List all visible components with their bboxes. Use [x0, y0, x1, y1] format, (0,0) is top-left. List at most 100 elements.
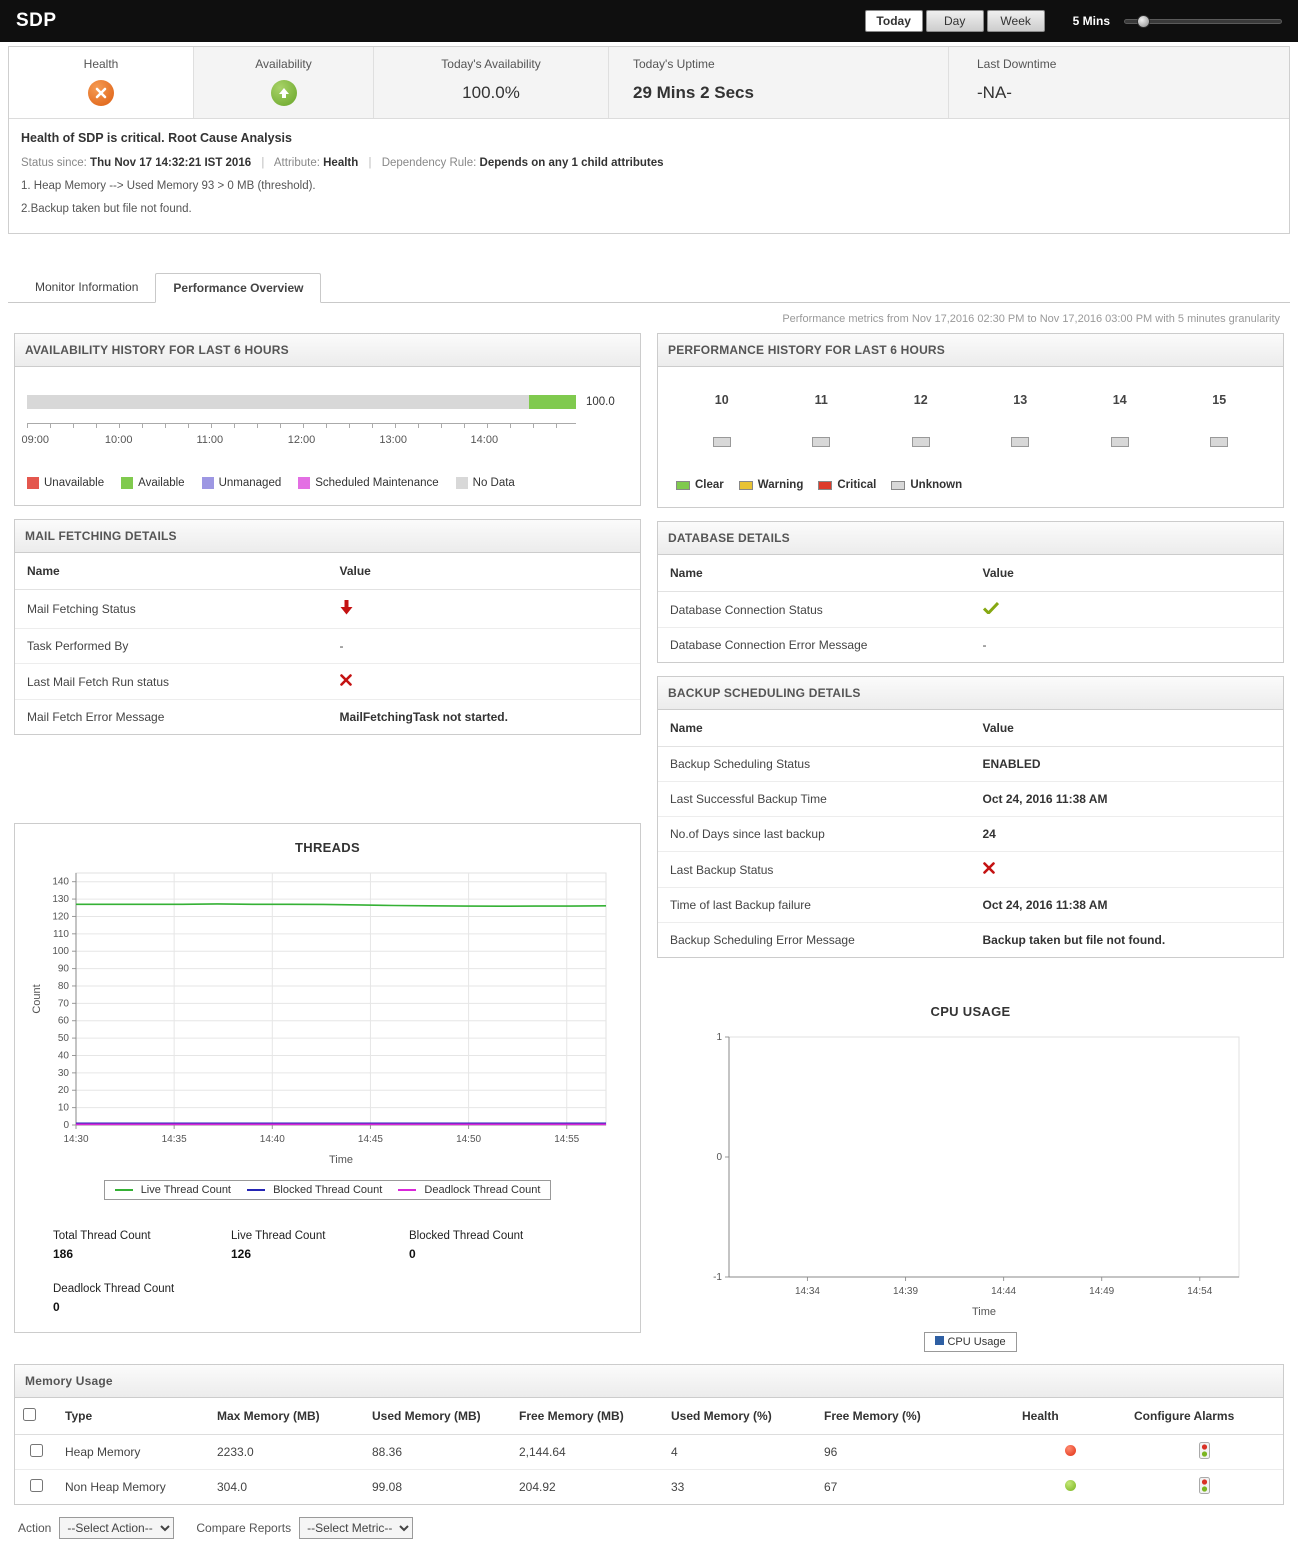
svg-text:14:39: 14:39	[893, 1286, 918, 1297]
table-header-row: Type Max Memory (MB) Used Memory (MB) Fr…	[15, 1398, 1283, 1435]
blocked-thread-count: Blocked Thread Count 0	[409, 1230, 619, 1261]
legend-label: No Data	[472, 477, 515, 489]
svg-text:14:44: 14:44	[991, 1286, 1016, 1297]
backup-scheduling-title: BACKUP SCHEDULING DETAILS	[658, 677, 1283, 710]
available-swatch-icon	[121, 477, 134, 489]
legend-label: Critical	[837, 479, 877, 491]
status-card: Health Availability Today's Availability…	[8, 46, 1290, 234]
thread-counts-row-1: Total Thread Count 186 Live Thread Count…	[53, 1230, 640, 1261]
metrics-range-note: Performance metrics from Nov 17,2016 02:…	[782, 313, 1280, 325]
availability-tab[interactable]: Availability	[194, 47, 374, 118]
todays-availability-value: 100.0%	[462, 83, 520, 102]
table-row: Backup Scheduling Error Message Backup t…	[658, 923, 1283, 958]
configure-alarms-button[interactable]	[1199, 1477, 1210, 1497]
dependency-rule-label: Dependency Rule:	[381, 157, 477, 169]
hour-cell-15: 15	[1170, 393, 1270, 447]
tab-performance-overview[interactable]: Performance Overview	[155, 273, 322, 303]
svg-text:14:50: 14:50	[456, 1134, 481, 1145]
dependency-rule-value: Depends on any 1 child attributes	[479, 157, 664, 169]
table-header-row: Name Value	[658, 555, 1283, 592]
todays-uptime-cell: Today's Uptime 29 Mins 2 Secs	[609, 47, 949, 118]
hour-status-box-unknown[interactable]	[812, 437, 831, 447]
tab-bar: Monitor Information Performance Overview	[8, 272, 1290, 303]
last-downtime-label: Last Downtime	[977, 57, 1057, 71]
hour-label: 10	[714, 393, 729, 407]
rca-heading: Health of SDP is critical. Root Cause An…	[21, 131, 1277, 145]
svg-text:14:40: 14:40	[259, 1134, 284, 1145]
health-critical-icon	[88, 80, 114, 106]
row-name: Mail Fetching Status	[15, 589, 328, 629]
value-column-header: Value	[970, 710, 1283, 747]
health-tab[interactable]: Health	[9, 47, 194, 118]
availability-bar	[27, 395, 576, 409]
blocked-thread-count-label: Blocked Thread Count	[409, 1230, 524, 1242]
hour-status-box-unknown[interactable]	[712, 437, 731, 447]
rca-reason-2: 2.Backup taken but file not found.	[21, 203, 192, 215]
left-column: AVAILABILITY HISTORY FOR LAST 6 HOURS 10…	[14, 333, 641, 1346]
used-memory-mb-value: 99.08	[372, 1480, 403, 1494]
free-memory-mb-value: 2,144.64	[511, 1434, 663, 1470]
svg-text:14:35: 14:35	[161, 1134, 186, 1145]
database-details-title: DATABASE DETAILS	[658, 522, 1283, 555]
monitor-title: SDP	[16, 10, 57, 31]
hour-cell-10: 10	[672, 393, 772, 447]
last-downtime-value: -NA-	[977, 83, 1012, 102]
granularity-slider[interactable]	[1124, 14, 1282, 28]
top-bar: SDP Today Day Week 5 Mins	[0, 0, 1298, 42]
row-value	[327, 663, 640, 700]
availability-segment-nodata	[27, 395, 530, 409]
configure-alarms-button[interactable]	[1199, 1442, 1210, 1462]
action-select[interactable]: --Select Action--	[59, 1517, 175, 1539]
tab-monitor-information[interactable]: Monitor Information	[18, 273, 155, 303]
root-cause-analysis: Health of SDP is critical. Root Cause An…	[9, 119, 1289, 233]
row-checkbox[interactable]	[29, 1444, 43, 1457]
hour-status-box-unknown[interactable]	[1110, 437, 1129, 447]
hour-status-box-unknown[interactable]	[1210, 437, 1229, 447]
table-row: Task Performed By -	[15, 628, 640, 664]
legend-item-deadlock-thread-count: Deadlock Thread Count	[398, 1184, 540, 1196]
granularity-slider-knob[interactable]	[1137, 14, 1150, 28]
rca-link[interactable]: Root Cause Analysis	[168, 131, 292, 145]
row-name: No.of Days since last backup	[658, 816, 971, 852]
hour-cell-14: 14	[1070, 393, 1170, 447]
svg-text:60: 60	[57, 1016, 69, 1027]
legend-label: Unknown	[910, 479, 963, 491]
threads-chart-title: THREADS	[295, 840, 360, 855]
unmanaged-swatch-icon	[201, 477, 214, 489]
hour-label: 13	[1013, 393, 1028, 407]
period-day-button[interactable]: Day	[925, 10, 984, 32]
svg-text:70: 70	[57, 998, 69, 1009]
table-row: Database Connection Error Message -	[658, 628, 1283, 663]
memory-type: Heap Memory	[57, 1434, 209, 1470]
action-label: Action	[18, 1521, 52, 1535]
hour-status-box-unknown[interactable]	[1011, 437, 1030, 447]
hour-status-box-unknown[interactable]	[911, 437, 930, 447]
table-row: Mail Fetching Status	[15, 589, 640, 629]
critical-swatch-icon	[818, 480, 833, 490]
period-today-button[interactable]: Today	[864, 10, 923, 32]
table-header-row: Name Value	[658, 710, 1283, 747]
svg-text:14:54: 14:54	[1187, 1286, 1212, 1297]
attribute-value: Health	[323, 157, 359, 169]
row-checkbox[interactable]	[29, 1479, 43, 1492]
svg-text:Count: Count	[31, 984, 43, 1013]
select-all-checkbox[interactable]	[23, 1408, 36, 1421]
health-critical-dot-icon	[1064, 1445, 1076, 1456]
row-name: Database Connection Status	[658, 591, 971, 628]
thread-counts: Total Thread Count 186 Live Thread Count…	[15, 1200, 640, 1320]
row-name: Database Connection Error Message	[670, 638, 868, 652]
legend-item-critical: Critical	[818, 479, 876, 491]
row-value: MailFetchingTask not started.	[339, 710, 508, 724]
live-thread-count-value: 126	[231, 1247, 252, 1261]
time-tick-label: 09:00	[21, 434, 49, 446]
threads-chart-wrap: 0 10 20 30 40 50 60 70 80 90 100 110 120 130 140 14:30 1…	[15, 855, 640, 1174]
row-value: Backup taken but file not found.	[982, 933, 1166, 947]
separator: |	[368, 157, 372, 169]
svg-text:-1: -1	[713, 1272, 722, 1283]
rca-heading-text: Health of SDP is critical.	[21, 131, 165, 145]
period-week-button[interactable]: Week	[986, 10, 1045, 32]
svg-text:90: 90	[57, 964, 69, 975]
memory-usage-title: Memory Usage	[15, 1365, 1283, 1398]
svg-text:10: 10	[57, 1103, 69, 1114]
compare-metric-select[interactable]: --Select Metric--	[299, 1517, 414, 1539]
